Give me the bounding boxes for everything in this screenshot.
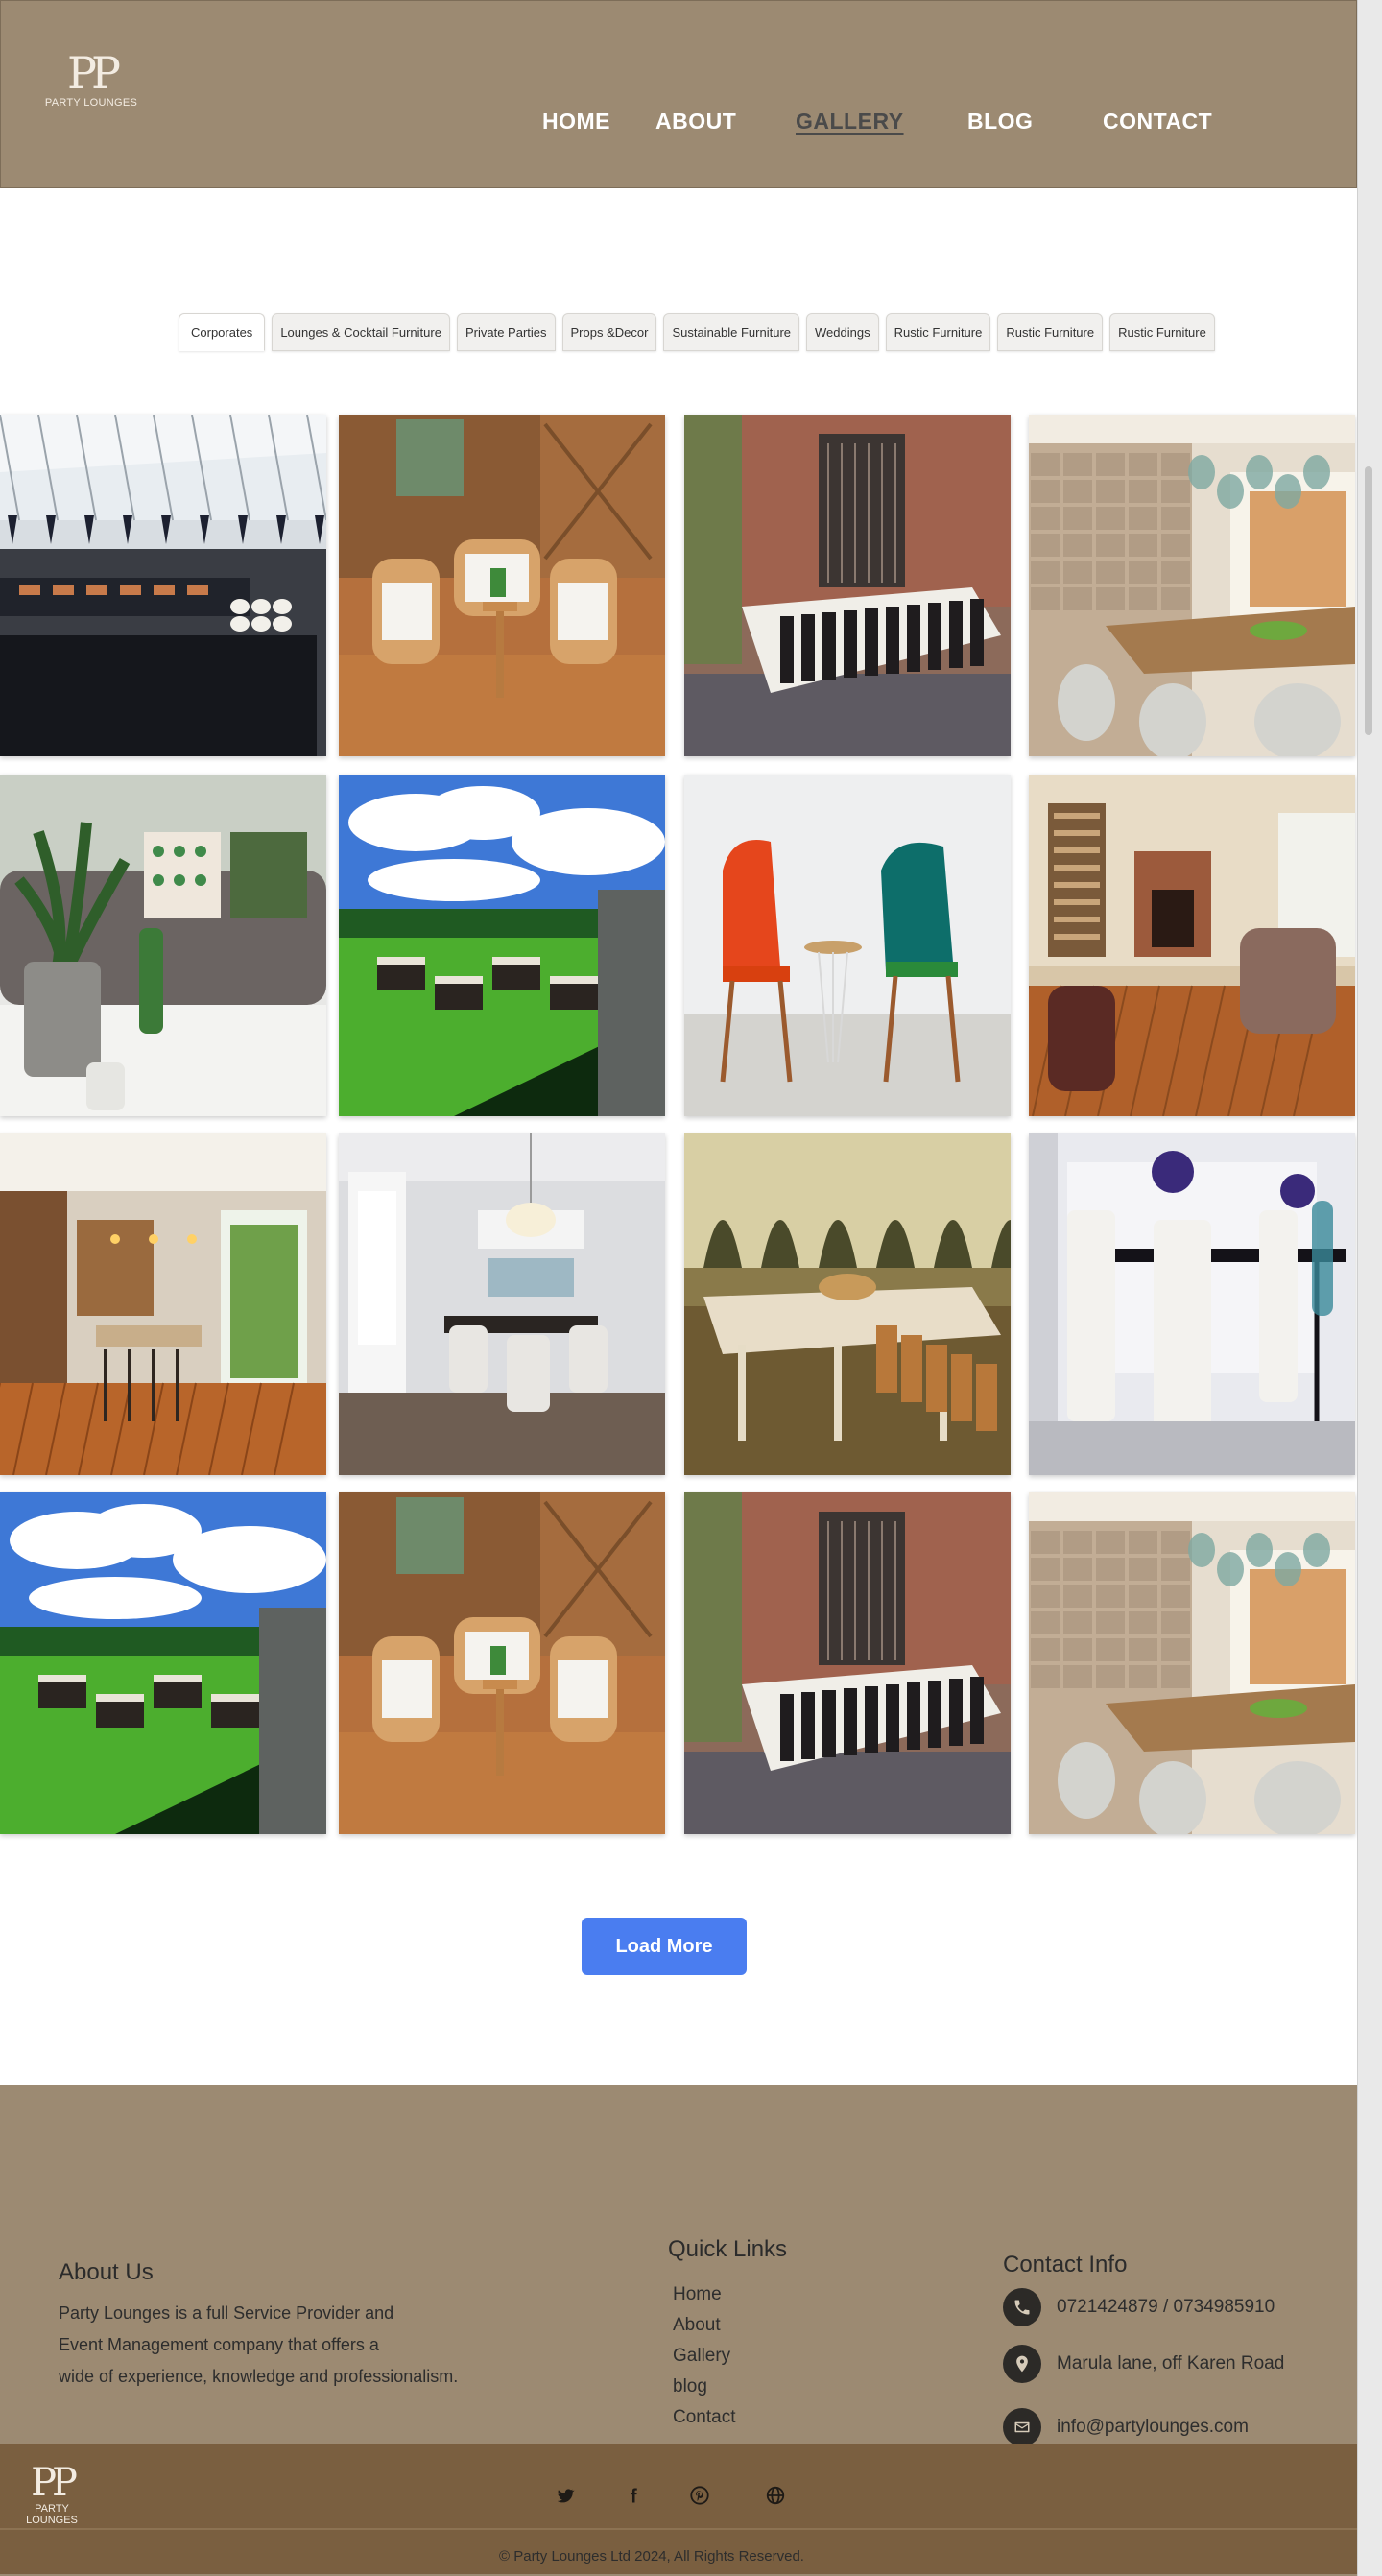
footer-logo-text: PARTY LOUNGES [26, 2503, 78, 2526]
load-more-button[interactable]: Load More [582, 1918, 747, 1975]
contact-email[interactable]: info@partylounges.com [1003, 2407, 1249, 2447]
map-pin-icon [1003, 2345, 1041, 2383]
contact-info-title: Contact Info [1003, 2252, 1128, 2278]
main-nav: HOME ABOUT GALLERY BLOG CONTACT [1, 108, 1356, 137]
gallery-image-rustic-table[interactable] [684, 1133, 1011, 1475]
gallery-image-living-room[interactable] [1029, 775, 1355, 1116]
contact-address: Marula lane, off Karen Road [1003, 2344, 1284, 2384]
tab-lounges-cocktail[interactable]: Lounges & Cocktail Furniture [272, 313, 450, 351]
gallery-image-sofa-plants[interactable] [0, 775, 326, 1116]
email-text: info@partylounges.com [1057, 2417, 1249, 2437]
footer-logo[interactable]: PP PARTY LOUNGES [8, 2463, 96, 2526]
gallery-image-long-table-patio[interactable] [684, 415, 1011, 756]
globe-icon[interactable] [761, 2481, 790, 2510]
gallery-image-dining-room[interactable] [339, 1133, 665, 1475]
page-scrollbar[interactable] [1357, 0, 1382, 2576]
tab-private-parties[interactable]: Private Parties [456, 313, 556, 351]
site-header: PP PARTY LOUNGES HOME ABOUT GALLERY BLOG… [0, 0, 1357, 188]
about-line: Party Lounges is a full Service Provider… [59, 2303, 394, 2323]
gallery-image-dining-kitchen[interactable] [1029, 1492, 1355, 1834]
footer-logo-monogram: PP [31, 2461, 78, 2505]
pinterest-icon[interactable] [685, 2481, 714, 2510]
address-text: Marula lane, off Karen Road [1057, 2353, 1285, 2373]
tab-rustic-furniture-2[interactable]: Rustic Furniture [997, 313, 1104, 351]
contact-phone[interactable]: 0721424879 / 0734985910 [1003, 2287, 1275, 2327]
footer-divider [0, 2528, 1357, 2530]
nav-contact[interactable]: CONTACT [1103, 108, 1212, 134]
gallery-image-long-table-patio[interactable] [684, 1492, 1011, 1834]
nav-about[interactable]: ABOUT [655, 108, 736, 134]
logo-text: PARTY LOUNGES [44, 97, 138, 108]
footer-link-about[interactable]: About [673, 2315, 721, 2336]
gallery-image-colorful-chairs[interactable] [684, 775, 1011, 1116]
gallery-image-lounge-chairs[interactable] [339, 1492, 665, 1834]
gallery-image-garden-lawn[interactable] [339, 775, 665, 1116]
footer-link-blog[interactable]: blog [673, 2376, 707, 2397]
gallery-image-white-dining[interactable] [1029, 1133, 1355, 1475]
tab-sustainable-furniture[interactable]: Sustainable Furniture [663, 313, 800, 351]
gallery-image-tent-buffet[interactable] [0, 415, 326, 756]
gallery-image-kitchen-bar[interactable] [0, 1133, 326, 1475]
phone-icon [1003, 2288, 1041, 2326]
nav-blog[interactable]: BLOG [967, 108, 1033, 134]
gallery-image-lounge-chairs[interactable] [339, 415, 665, 756]
quick-links-title: Quick Links [668, 2236, 788, 2262]
footer-link-contact[interactable]: Contact [673, 2407, 735, 2428]
nav-gallery[interactable]: GALLERY [796, 108, 904, 134]
gallery-image-dining-kitchen[interactable] [1029, 415, 1355, 756]
gallery-filter-tabs: Corporates Lounges & Cocktail Furniture … [179, 313, 1215, 351]
logo-monogram: PP [67, 47, 121, 99]
tab-corporates[interactable]: Corporates [179, 313, 266, 351]
copyright-text: © Party Lounges Ltd 2024, All Rights Res… [499, 2548, 804, 2564]
footer-link-home[interactable]: Home [673, 2284, 722, 2305]
tab-props-decor[interactable]: Props &Decor [561, 313, 657, 351]
facebook-icon[interactable] [619, 2481, 648, 2510]
mail-icon [1003, 2408, 1041, 2446]
about-line: Event Management company that offers a [59, 2335, 379, 2354]
tab-weddings[interactable]: Weddings [806, 313, 879, 351]
footer-link-gallery[interactable]: Gallery [673, 2346, 730, 2367]
phone-text: 0721424879 / 0734985910 [1057, 2297, 1275, 2317]
about-us-text: Party Lounges is a full Service Provider… [59, 2298, 519, 2393]
tab-rustic-furniture-3[interactable]: Rustic Furniture [1109, 313, 1215, 351]
gallery-image-garden-lawn[interactable] [0, 1492, 326, 1834]
brand-logo[interactable]: PP PARTY LOUNGES [43, 51, 139, 108]
about-us-title: About Us [59, 2259, 154, 2285]
twitter-icon[interactable] [551, 2481, 580, 2510]
about-line: wide of experience, knowledge and profes… [59, 2367, 459, 2386]
tab-rustic-furniture-1[interactable]: Rustic Furniture [885, 313, 991, 351]
scrollbar-thumb[interactable] [1365, 466, 1372, 735]
nav-home[interactable]: HOME [542, 108, 610, 134]
